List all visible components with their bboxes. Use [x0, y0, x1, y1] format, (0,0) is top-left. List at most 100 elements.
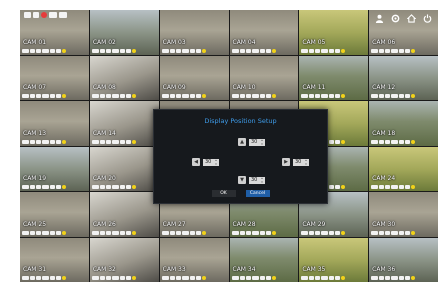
camera-tile[interactable]: CAM 32 — [89, 237, 159, 282]
camera-tile[interactable]: CAM 12 — [369, 55, 438, 100]
camera-label: CAM 12 — [372, 84, 396, 91]
status-icon — [309, 230, 315, 235]
right-value-input[interactable]: 30 — [293, 158, 309, 166]
status-icon — [125, 94, 131, 98]
status-icon — [245, 48, 251, 53]
camera-status-icons — [301, 48, 346, 54]
status-icon — [181, 230, 189, 235]
camera-tile[interactable]: CAM 08 — [89, 55, 159, 100]
record-icon — [41, 12, 47, 18]
camera-label: CAM 06 — [372, 38, 396, 46]
status-icon — [329, 94, 335, 98]
status-icon — [405, 185, 411, 189]
camera-tile[interactable]: CAM 26 — [89, 192, 159, 237]
status-icon — [36, 139, 41, 144]
bottom-value-input[interactable]: 30 — [249, 176, 265, 184]
status-icon — [119, 48, 125, 53]
camera-tile[interactable]: CAM 14 — [89, 101, 159, 146]
arrow-up-icon: ▲ — [240, 139, 244, 145]
alarm-status-icon — [341, 48, 346, 53]
camera-label: CAM 18 — [372, 129, 396, 137]
status-icon — [385, 230, 391, 235]
top-value-input[interactable]: 30 — [249, 138, 265, 146]
status-icon — [105, 94, 111, 98]
camera-tile[interactable]: CAM 30 — [369, 192, 438, 237]
alarm-status-icon — [131, 139, 136, 144]
camera-tile[interactable]: CAM 07 — [20, 55, 89, 100]
status-icon — [329, 276, 335, 280]
camera-tile[interactable]: CAM 20 — [89, 146, 159, 191]
settings-icon[interactable] — [390, 13, 400, 23]
status-icon — [36, 185, 41, 189]
camera-status-icons — [371, 184, 416, 190]
ok-button[interactable]: OK — [211, 190, 236, 197]
status-icon — [119, 185, 125, 189]
camera-label: CAM 07 — [23, 84, 47, 91]
status-icon — [399, 139, 405, 144]
camera-status-icons — [371, 48, 416, 54]
status-icon — [371, 139, 379, 144]
camera-tile[interactable]: CAM 04 — [229, 10, 299, 55]
camera-tile[interactable]: CAM 35 — [299, 237, 369, 282]
status-icon — [379, 48, 385, 53]
camera-tile[interactable]: CAM 18 — [369, 101, 438, 146]
alarm-status-icon — [341, 139, 346, 144]
camera-tile[interactable]: CAM 31 — [20, 237, 89, 282]
status-icon — [42, 94, 49, 98]
cancel-button[interactable]: Cancel — [245, 190, 270, 197]
status-icon — [301, 230, 309, 235]
status-icon — [371, 48, 379, 53]
camera-tile[interactable]: CAM 25 — [20, 192, 89, 237]
camera-tile[interactable]: CAM 11 — [299, 55, 369, 100]
status-icon — [36, 48, 41, 53]
camera-tile[interactable]: CAM 02 — [89, 10, 159, 55]
status-icon — [195, 94, 201, 98]
camera-tile[interactable]: CAM 19 — [20, 146, 89, 191]
status-icon — [385, 185, 391, 189]
status-icon — [56, 185, 61, 189]
camera-status-icons — [231, 93, 276, 99]
camera-tile[interactable]: CAM 34 — [229, 237, 299, 282]
status-icon — [119, 139, 125, 144]
camera-status-icons — [371, 275, 416, 281]
status-icon — [161, 94, 169, 98]
camera-tile[interactable]: CAM 05 — [299, 10, 369, 55]
status-icon — [371, 276, 379, 280]
user-icon[interactable] — [374, 13, 384, 23]
move-up-button[interactable]: ▲ — [238, 138, 246, 146]
alarm-status-icon — [271, 48, 276, 53]
status-icon — [265, 48, 271, 53]
alarm-status-icon — [411, 276, 416, 280]
status-icon — [181, 94, 189, 98]
status-icon — [125, 276, 131, 280]
power-icon[interactable] — [422, 13, 432, 23]
camera-tile[interactable]: CAM 10 — [229, 55, 299, 100]
camera-status-icons — [161, 230, 206, 236]
move-left-button[interactable]: ◀ — [192, 158, 200, 166]
camera-tile[interactable]: CAM 36 — [369, 237, 438, 282]
camera-tile[interactable]: CAM 24 — [369, 146, 438, 191]
home-icon[interactable] — [406, 13, 416, 23]
camera-label: CAM 25 — [23, 220, 47, 228]
status-icon — [56, 48, 61, 53]
status-icon — [239, 94, 245, 98]
camera-tile[interactable]: CAM 33 — [159, 237, 229, 282]
camera-tile[interactable]: CAM 09 — [159, 55, 229, 100]
audio-icon — [49, 12, 57, 18]
status-icon — [371, 230, 379, 235]
move-down-button[interactable]: ▼ — [238, 176, 246, 184]
alarm-icon — [59, 12, 67, 18]
status-icon — [391, 94, 399, 98]
status-icon — [22, 139, 29, 144]
status-icon — [175, 48, 181, 53]
status-icon — [99, 139, 105, 144]
left-value-input[interactable]: 30 — [203, 158, 219, 166]
alarm-status-icon — [62, 139, 66, 144]
camera-tile[interactable]: CAM 03 — [159, 10, 229, 55]
right-position-control: ▶ 30 — [282, 158, 309, 166]
camera-label: CAM 33 — [162, 266, 186, 273]
move-right-button[interactable]: ▶ — [282, 158, 290, 166]
camera-label: CAM 29 — [302, 220, 326, 228]
alarm-status-icon — [62, 48, 66, 53]
camera-tile[interactable]: CAM 13 — [20, 101, 89, 146]
